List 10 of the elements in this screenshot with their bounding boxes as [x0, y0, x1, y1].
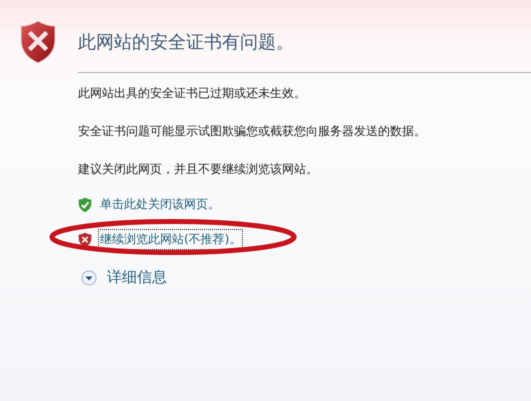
message-text: 此网站出具的安全证书已过期或还未生效。	[78, 85, 307, 101]
message-text: 安全证书问题可能显示试图欺骗您或截获您向服务器发送的数据。	[78, 123, 427, 139]
page-title: 此网站的安全证书有问题。	[78, 31, 294, 54]
shield-check-icon	[78, 196, 92, 212]
shield-error-icon	[20, 20, 56, 64]
shield-cross-icon	[78, 232, 92, 248]
link[interactable]: 继续浏览此网站(不推荐)。	[98, 229, 244, 250]
message-text: 建议关闭此网页，并且不要继续浏览该网站。	[78, 161, 319, 177]
details-link[interactable]: 详细信息	[107, 268, 167, 287]
link[interactable]: 单击此处关闭该网页。	[98, 194, 222, 215]
